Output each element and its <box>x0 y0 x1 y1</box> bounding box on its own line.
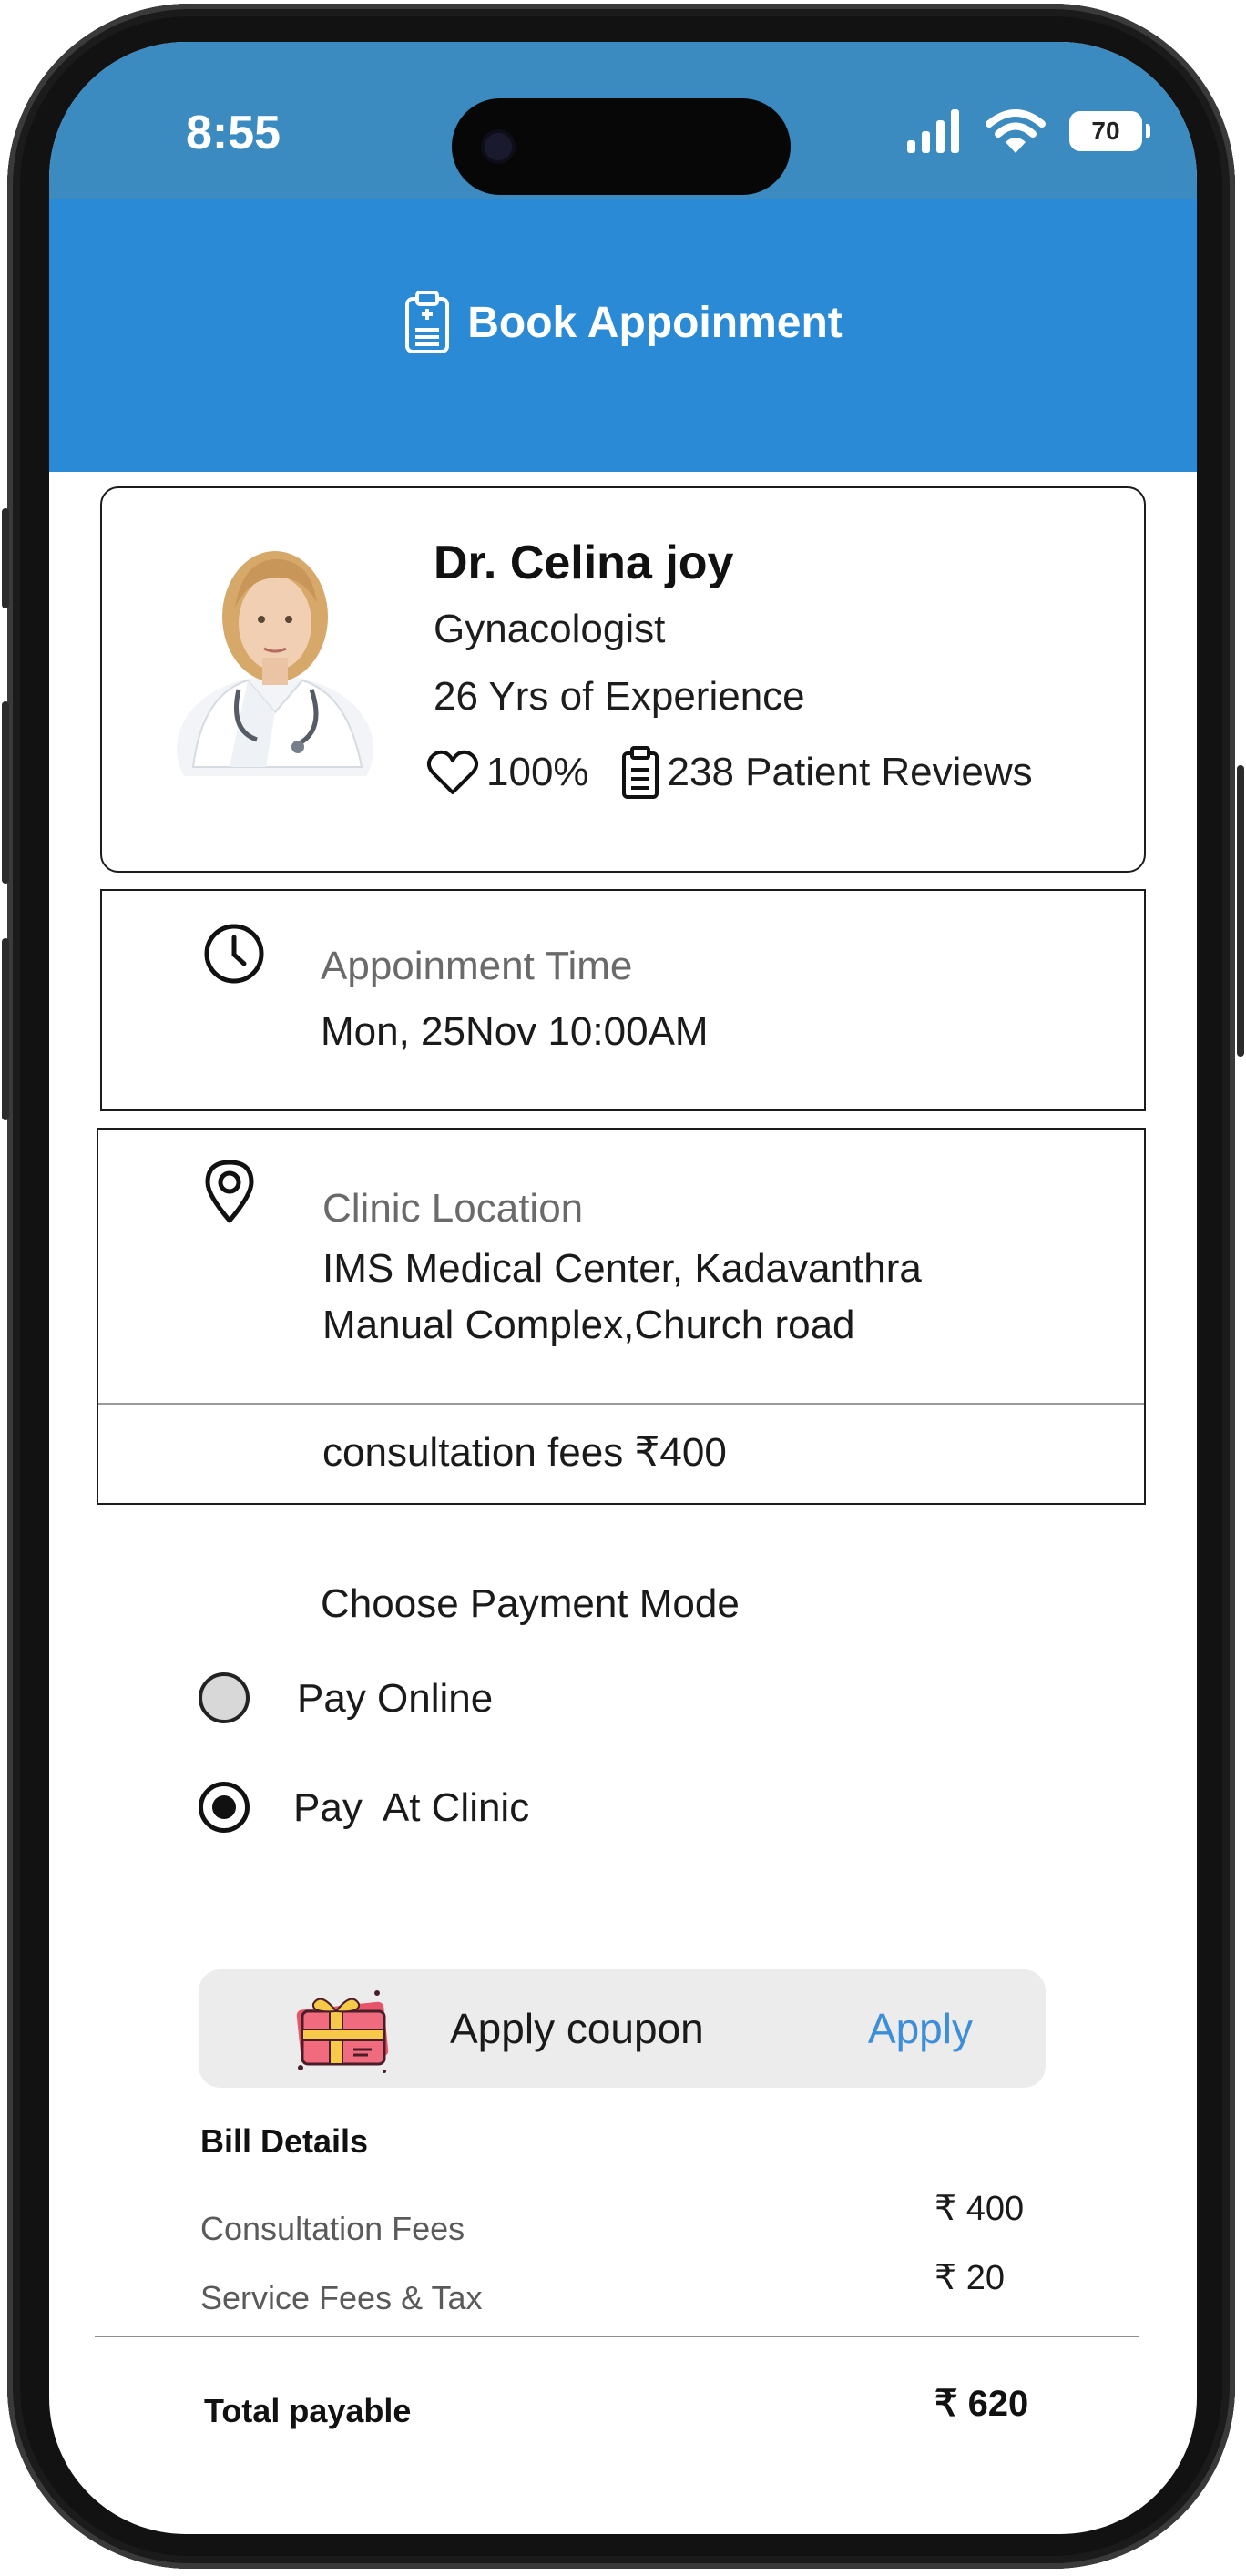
clipboard-list-icon <box>621 746 659 799</box>
bill-item-amount: ₹ 20 <box>934 2259 1006 2297</box>
appointment-time-label: Appoinment Time <box>321 944 633 988</box>
total-payable-label: Total payable <box>204 2392 412 2429</box>
bill-details-title: Bill Details <box>200 2122 369 2160</box>
screen: 8:55 70 Book Appoinment Dr. Celina joy G… <box>49 42 1197 2534</box>
pay-online-radio[interactable] <box>199 1672 250 1723</box>
pay-at-clinic-radio[interactable] <box>199 1782 250 1833</box>
location-pin-icon <box>205 1160 254 1223</box>
doctor-card[interactable]: Dr. Celina joy Gynacologist 26 Yrs of Ex… <box>100 486 1146 873</box>
doctor-specialty: Gynacologist <box>434 607 666 651</box>
status-icons: 70 <box>905 104 1150 158</box>
payment-mode-title: Choose Payment Mode <box>321 1581 740 1626</box>
reviews-group[interactable]: 238 Patient Reviews <box>620 745 1033 800</box>
volume-up-button <box>2 701 9 884</box>
bill-item-amount: ₹ 400 <box>934 2190 1025 2228</box>
appointment-time-card[interactable]: Appoinment Time Mon, 25Nov 10:00AM <box>100 889 1146 1111</box>
clipboard-icon <box>405 291 450 353</box>
appointment-time-value: Mon, 25Nov 10:00AM <box>321 1009 709 1054</box>
page-title: Book Appoinment <box>467 298 843 347</box>
signal-icon <box>907 109 959 153</box>
status-bar: 8:55 70 <box>49 42 1197 199</box>
clinic-address-line2: Manual Complex,Church road <box>322 1303 855 1347</box>
app-header: Book Appoinment <box>49 199 1197 472</box>
card-divider <box>98 1403 1144 1405</box>
volume-down-button <box>2 938 9 1120</box>
wifi-icon <box>986 109 1046 153</box>
doctor-stats: 100% 238 Patient Reviews <box>426 745 1064 800</box>
rating-group: 100% <box>426 749 589 796</box>
status-time: 8:55 <box>186 107 281 159</box>
bill-divider <box>95 2336 1139 2337</box>
heart-icon <box>426 750 479 794</box>
front-camera <box>485 133 512 160</box>
clinic-address-line1: IMS Medical Center, Kadavanthra <box>322 1246 922 1291</box>
coupon-gift-icon <box>296 1990 389 2073</box>
clinic-location-card[interactable]: Clinic Location IMS Medical Center, Kada… <box>97 1128 1146 1505</box>
bill-item-label: Consultation Fees <box>200 2210 465 2247</box>
coupon-bar[interactable]: Apply coupon Apply <box>199 1969 1046 2088</box>
doctor-avatar <box>177 551 373 776</box>
dynamic-island <box>452 98 791 195</box>
pay-at-clinic-label[interactable]: Pay At Clinic <box>293 1785 529 1831</box>
rating-value: 100% <box>486 750 589 794</box>
bill-item-label: Service Fees & Tax <box>200 2279 483 2316</box>
coupon-label: Apply coupon <box>450 2005 704 2052</box>
reviews-count: 238 Patient Reviews <box>667 750 1033 794</box>
total-payable-amount: ₹ 620 <box>934 2384 1029 2424</box>
clinic-location-label: Clinic Location <box>322 1186 584 1231</box>
pay-online-label[interactable]: Pay Online <box>297 1676 493 1722</box>
action-button <box>2 508 9 608</box>
battery-icon: 70 <box>1069 111 1150 151</box>
doctor-experience: 26 Yrs of Experience <box>434 674 805 719</box>
doctor-name: Dr. Celina joy <box>434 537 734 589</box>
battery-level: 70 <box>1091 117 1120 145</box>
consultation-fees: consultation fees ₹400 <box>322 1430 727 1475</box>
apply-coupon-button[interactable]: Apply <box>868 2004 973 2053</box>
clock-icon <box>204 924 264 984</box>
power-button <box>1237 765 1244 1057</box>
